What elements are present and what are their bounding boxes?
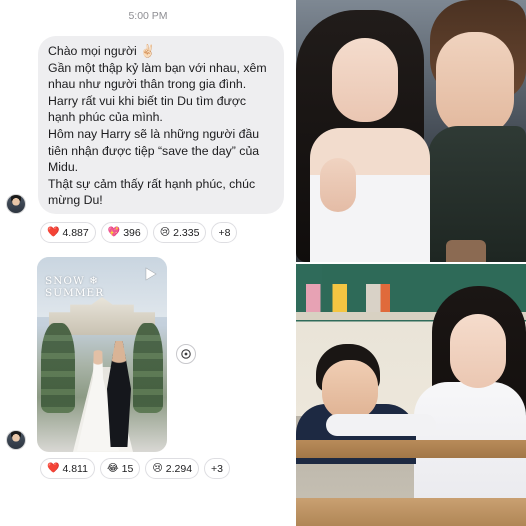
photo-collage — [296, 0, 526, 526]
reaction-pill-heart[interactable]: ❤️ 4.811 — [40, 458, 95, 479]
reaction-pill-sparkling-heart[interactable]: 💖 396 — [100, 222, 148, 243]
reactions-bar: ❤️ 4.887 💖 396 😢 2.335 +8 — [40, 222, 238, 243]
reaction-pill-heart[interactable]: ❤️ 4.887 — [40, 222, 96, 243]
sparkling-heart-icon: 💖 — [107, 226, 121, 238]
message-bubble[interactable]: Chào mọi người ✌🏻 Gần một thập kỷ làm bạ… — [38, 36, 284, 214]
selfie-photo — [296, 0, 526, 262]
reaction-count: 4.811 — [62, 462, 88, 475]
reaction-count: 2.335 — [173, 226, 200, 239]
heart-icon: ❤️ — [47, 462, 60, 474]
laughing-face-icon: 😂 — [106, 462, 119, 474]
photo-shape — [296, 498, 526, 526]
photo-shape — [446, 240, 486, 262]
classroom-photo — [296, 264, 526, 526]
reactions-bar: ❤️ 4.811 😂 15 😢 2.294 +3 — [40, 458, 231, 479]
crying-face-icon: 😢 — [152, 462, 163, 474]
reaction-pill-crying[interactable]: 😢 2.335 — [152, 222, 207, 243]
reaction-pill-crying[interactable]: 😢 2.294 — [145, 458, 200, 479]
photo-shape — [332, 38, 398, 122]
more-reactions-button[interactable]: +8 — [211, 222, 238, 243]
more-reactions-button[interactable]: +3 — [204, 458, 231, 479]
photo-shape — [320, 158, 356, 212]
message-timestamp: 5:00 PM — [128, 10, 168, 22]
video-thumbnail[interactable]: SNOW ❄ SUMMER — [37, 257, 167, 452]
reaction-count: 2.294 — [165, 462, 193, 475]
photo-trees — [133, 323, 163, 413]
photo-shape — [306, 284, 426, 314]
photo-groom — [107, 341, 131, 447]
message-line: Harry rất vui khi biết tin Du tìm được h… — [48, 93, 247, 125]
photo-shape — [322, 360, 378, 420]
reaction-pill-laughing[interactable]: 😂 15 — [99, 458, 141, 479]
reaction-count: 396 — [123, 226, 141, 239]
avatar[interactable] — [6, 194, 26, 214]
message-line: Chào mọi người ✌🏻 — [48, 44, 156, 58]
share-icon[interactable] — [176, 344, 196, 364]
heart-icon: ❤️ — [47, 226, 60, 238]
chat-panel: 5:00 PM Chào mọi người ✌🏻 Gần một thập k… — [0, 0, 296, 526]
crying-face-icon: 😢 — [159, 226, 171, 238]
avatar[interactable] — [6, 430, 26, 450]
photo-shape — [436, 32, 514, 136]
reaction-count: 4.887 — [62, 226, 89, 239]
message-line: Gần một thập kỷ làm bạn với nhau, xêm nh… — [48, 60, 267, 92]
photo-shape — [296, 440, 526, 458]
photo-shape — [450, 314, 506, 388]
photo-trees — [41, 323, 75, 413]
play-icon[interactable] — [141, 265, 159, 283]
message-line: Hôm nay Harry sẽ là những người đầu tiên… — [48, 126, 260, 175]
message-line: Thật sự cảm thấy rất hạnh phúc, chúc mừn… — [48, 176, 256, 208]
photo-shape — [326, 414, 436, 436]
reaction-count: 15 — [121, 462, 134, 475]
